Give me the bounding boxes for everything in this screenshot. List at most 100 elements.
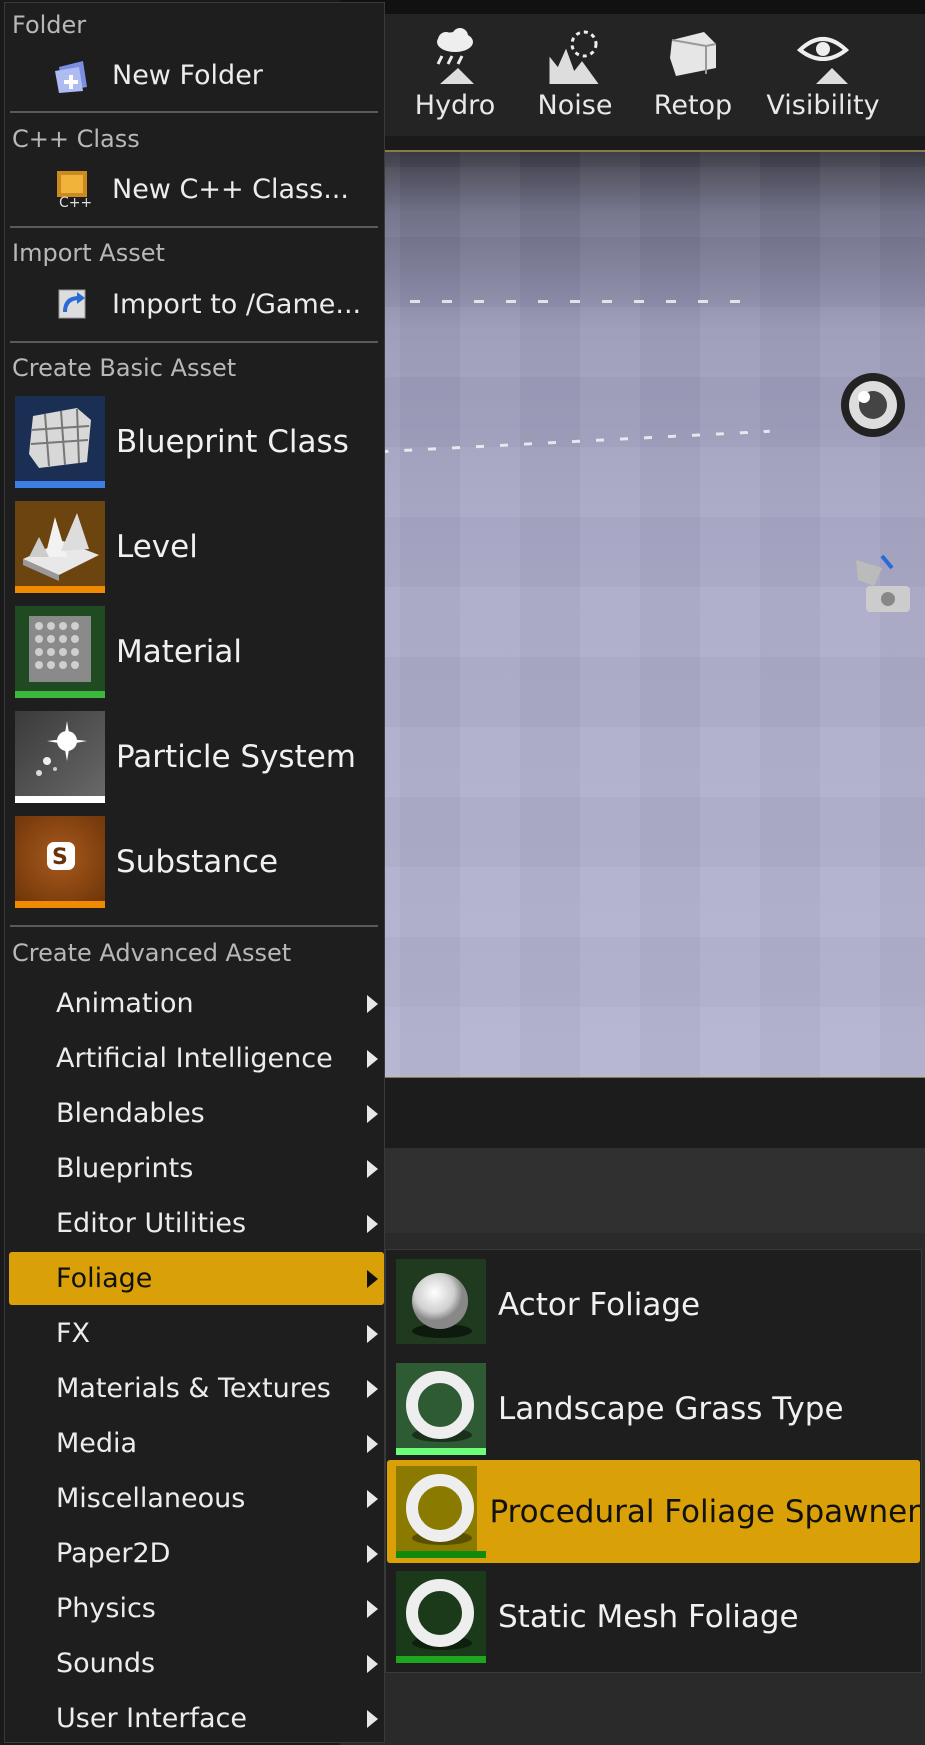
advanced-item-label: Blendables xyxy=(56,1098,205,1129)
substance-label: Substance xyxy=(116,844,279,880)
type-color-bar xyxy=(15,691,105,698)
toolbar-retop-tool[interactable]: Retop xyxy=(638,14,748,136)
advanced-item-materials-textures[interactable]: Materials & Textures xyxy=(9,1362,384,1415)
advanced-item-sounds[interactable]: Sounds xyxy=(9,1637,384,1690)
section-import-heading: Import Asset xyxy=(12,239,165,267)
static-mesh-foliage-label: Static Mesh Foliage xyxy=(498,1598,799,1635)
type-color-bar xyxy=(396,1447,486,1455)
static-mesh-foliage-item[interactable]: Static Mesh Foliage xyxy=(387,1565,920,1668)
blueprint-class-label: Blueprint Class xyxy=(116,424,349,460)
sphere-icon xyxy=(396,1258,486,1351)
advanced-item-media[interactable]: Media xyxy=(9,1417,384,1470)
type-color-bar xyxy=(15,796,105,803)
submenu-arrow-icon xyxy=(367,1324,378,1343)
section-folder-heading: Folder xyxy=(12,11,87,39)
landscape-grass-type-item[interactable]: Landscape Grass Type xyxy=(387,1357,920,1460)
import-to-game-item[interactable]: Import to /Game... xyxy=(50,284,361,324)
advanced-item-blendables[interactable]: Blendables xyxy=(9,1087,384,1140)
submenu-arrow-icon xyxy=(367,1104,378,1123)
substance-icon: S xyxy=(15,816,105,908)
advanced-item-label: Materials & Textures xyxy=(56,1373,331,1404)
procedural-foliage-spawner-label: Procedural Foliage Spawner xyxy=(489,1493,920,1530)
import-icon xyxy=(50,284,96,324)
new-folder-label: New Folder xyxy=(112,59,263,91)
toolbar-hydro-tool[interactable]: Hydro xyxy=(400,14,510,136)
section-advanced-heading: Create Advanced Asset xyxy=(12,939,292,967)
toolbar-label: Visibility xyxy=(766,90,880,121)
procedural-foliage-spawner-item[interactable]: Procedural Foliage Spawner xyxy=(387,1460,920,1563)
advanced-item-blueprints[interactable]: Blueprints xyxy=(9,1142,384,1195)
mode-toolbar: on Hydro Noise Retop Visibility xyxy=(340,14,925,136)
advanced-item-label: Sounds xyxy=(56,1648,156,1679)
noise-icon xyxy=(549,30,599,84)
submenu-arrow-icon xyxy=(367,1544,378,1563)
divider xyxy=(10,341,378,343)
horizon-line xyxy=(410,300,750,303)
advanced-item-label: Artificial Intelligence xyxy=(56,1043,333,1074)
advanced-item-user-interface[interactable]: User Interface xyxy=(9,1692,384,1745)
retopology-icon xyxy=(670,32,717,76)
advanced-item-label: Blueprints xyxy=(56,1153,194,1184)
new-cpp-class-item[interactable]: C++ New C++ Class... xyxy=(50,169,349,209)
level-item[interactable]: Level xyxy=(15,501,380,593)
section-basic-heading: Create Basic Asset xyxy=(12,354,237,382)
divider xyxy=(10,226,378,228)
particle-system-item[interactable]: Particle System xyxy=(15,711,380,803)
advanced-item-fx[interactable]: FX xyxy=(9,1307,384,1360)
advanced-item-foliage[interactable]: Foliage xyxy=(9,1252,384,1305)
material-icon xyxy=(15,606,105,698)
type-color-bar xyxy=(396,1550,486,1558)
advanced-item-paper2d[interactable]: Paper2D xyxy=(9,1527,384,1580)
type-color-bar xyxy=(396,1655,486,1663)
type-color-bar xyxy=(15,586,105,593)
level-label: Level xyxy=(116,529,198,565)
toolbar-label: Retop xyxy=(653,90,733,121)
level-viewport[interactable] xyxy=(340,150,925,1079)
blueprint-class-item[interactable]: Blueprint Class xyxy=(15,396,380,488)
landscape-grass-type-label: Landscape Grass Type xyxy=(498,1390,844,1427)
toolbar-visibility-tool[interactable]: Visibility xyxy=(758,14,888,136)
new-folder-icon xyxy=(50,55,96,95)
top-strip xyxy=(340,0,925,14)
ring-icon xyxy=(396,1465,486,1558)
advanced-item-label: Physics xyxy=(56,1593,156,1624)
submenu-arrow-icon xyxy=(367,994,378,1013)
submenu-arrow-icon xyxy=(367,1214,378,1233)
level-icon xyxy=(15,501,105,593)
advanced-item-artificial-intelligence[interactable]: Artificial Intelligence xyxy=(9,1032,384,1085)
advanced-item-label: User Interface xyxy=(56,1703,248,1734)
submenu-arrow-icon xyxy=(367,1489,378,1508)
advanced-item-label: FX xyxy=(56,1318,91,1349)
viewport-footer xyxy=(340,1078,925,1148)
advanced-item-label: Editor Utilities xyxy=(56,1208,247,1239)
advanced-item-label: Animation xyxy=(56,988,194,1019)
panel-header xyxy=(340,1148,925,1233)
actor-foliage-item[interactable]: Actor Foliage xyxy=(387,1253,920,1356)
type-color-bar xyxy=(396,1343,486,1351)
ring-icon xyxy=(396,1570,486,1663)
submenu-arrow-icon xyxy=(367,1159,378,1178)
toolbar-noise-tool[interactable]: Noise xyxy=(520,14,630,136)
advanced-item-editor-utilities[interactable]: Editor Utilities xyxy=(9,1197,384,1250)
submenu-arrow-icon xyxy=(367,1434,378,1453)
ring-icon xyxy=(396,1362,486,1455)
material-label: Material xyxy=(116,634,242,670)
particle-icon xyxy=(15,711,105,803)
import-to-game-label: Import to /Game... xyxy=(112,288,362,320)
section-cpp-heading: C++ Class xyxy=(12,125,140,153)
advanced-item-physics[interactable]: Physics xyxy=(9,1582,384,1635)
advanced-item-label: Foliage xyxy=(56,1263,153,1294)
new-cpp-class-label: New C++ Class... xyxy=(112,173,349,205)
eye-icon xyxy=(796,37,850,84)
particle-system-label: Particle System xyxy=(116,739,356,775)
new-folder-item[interactable]: New Folder xyxy=(50,55,263,95)
advanced-item-miscellaneous[interactable]: Miscellaneous xyxy=(9,1472,384,1525)
cpp-class-icon: C++ xyxy=(50,169,96,209)
type-color-bar xyxy=(15,901,105,908)
substance-item[interactable]: S Substance xyxy=(15,816,380,908)
advanced-item-animation[interactable]: Animation xyxy=(9,977,384,1030)
material-item[interactable]: Material xyxy=(15,606,380,698)
advanced-item-label: Paper2D xyxy=(56,1538,171,1569)
actor-foliage-label: Actor Foliage xyxy=(498,1286,701,1323)
rain-cloud-icon xyxy=(436,28,474,84)
